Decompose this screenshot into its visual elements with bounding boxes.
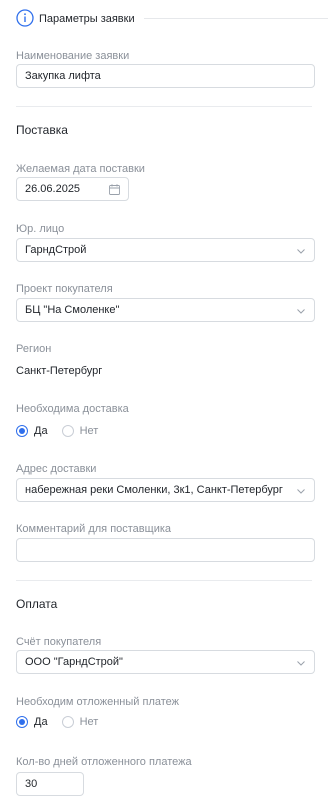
page-title: Параметры заявки [39, 13, 135, 25]
radio-selected-icon [16, 716, 28, 728]
delivery-date-input[interactable]: 26.06.2025 [16, 177, 129, 201]
delivery-date-label: Желаемая дата поставки [16, 163, 145, 175]
delivery-section-title: Поставка [16, 123, 68, 137]
radio-label: Да [34, 716, 48, 728]
account-select[interactable]: ООО "ГарндСтрой" [16, 650, 315, 674]
delivery-needed-no-radio[interactable]: Нет [61, 425, 99, 437]
delivery-needed-label: Необходима доставка [16, 403, 129, 415]
account-label: Счёт покупателя [16, 636, 102, 648]
payment-section-title: Оплата [16, 597, 58, 611]
project-select[interactable]: БЦ "На Смоленке" [16, 298, 315, 322]
comment-input[interactable] [16, 538, 315, 562]
region-value: Санкт-Петербург [16, 365, 103, 377]
deferred-days-label: Кол-во дней отложенного платежа [16, 756, 192, 768]
address-select[interactable]: набережная реки Смоленки, 3к1, Санкт-Пет… [16, 478, 315, 502]
radio-label: Да [34, 425, 48, 437]
legal-entity-label: Юр. лицо [16, 223, 65, 235]
legal-entity-value: ГарндСтрой [25, 244, 87, 256]
deferred-radio-group: Да Нет [16, 714, 112, 730]
address-label: Адрес доставки [16, 463, 97, 475]
delivery-date-value: 26.06.2025 [25, 183, 81, 195]
deferred-days-input[interactable]: 30 [16, 772, 84, 796]
chevron-down-icon [297, 249, 305, 254]
chevron-down-icon [297, 309, 305, 314]
region-label: Регион [16, 343, 52, 355]
request-name-value: Закупка лифта [25, 70, 101, 82]
deferred-no-radio[interactable]: Нет [61, 716, 99, 728]
header-divider [144, 18, 328, 19]
request-name-label: Наименование заявки [16, 50, 130, 62]
deferred-label: Необходим отложенный платеж [16, 696, 180, 708]
legal-entity-select[interactable]: ГарндСтрой [16, 238, 315, 262]
chevron-down-icon [297, 489, 305, 494]
account-value: ООО "ГарндСтрой" [25, 656, 123, 668]
comment-label: Комментарий для поставщика [16, 523, 172, 535]
project-value: БЦ "На Смоленке" [25, 304, 120, 316]
radio-selected-icon [16, 425, 28, 437]
radio-unselected-icon [61, 716, 74, 728]
project-label: Проект покупателя [16, 283, 113, 295]
delivery-needed-yes-radio[interactable]: Да [16, 425, 48, 437]
deferred-days-value: 30 [25, 778, 38, 790]
calendar-icon[interactable] [109, 184, 120, 195]
delivery-needed-radio-group: Да Нет [16, 423, 112, 439]
info-icon [16, 9, 34, 27]
radio-label: Нет [79, 716, 99, 728]
section-divider [16, 106, 312, 107]
request-name-input[interactable]: Закупка лифта [16, 64, 315, 88]
radio-unselected-icon [61, 425, 74, 437]
address-value: набережная реки Смоленки, 3к1, Санкт-Пет… [25, 484, 283, 496]
deferred-yes-radio[interactable]: Да [16, 716, 48, 728]
section-divider [16, 580, 312, 581]
radio-label: Нет [79, 425, 99, 437]
chevron-down-icon [297, 661, 305, 666]
